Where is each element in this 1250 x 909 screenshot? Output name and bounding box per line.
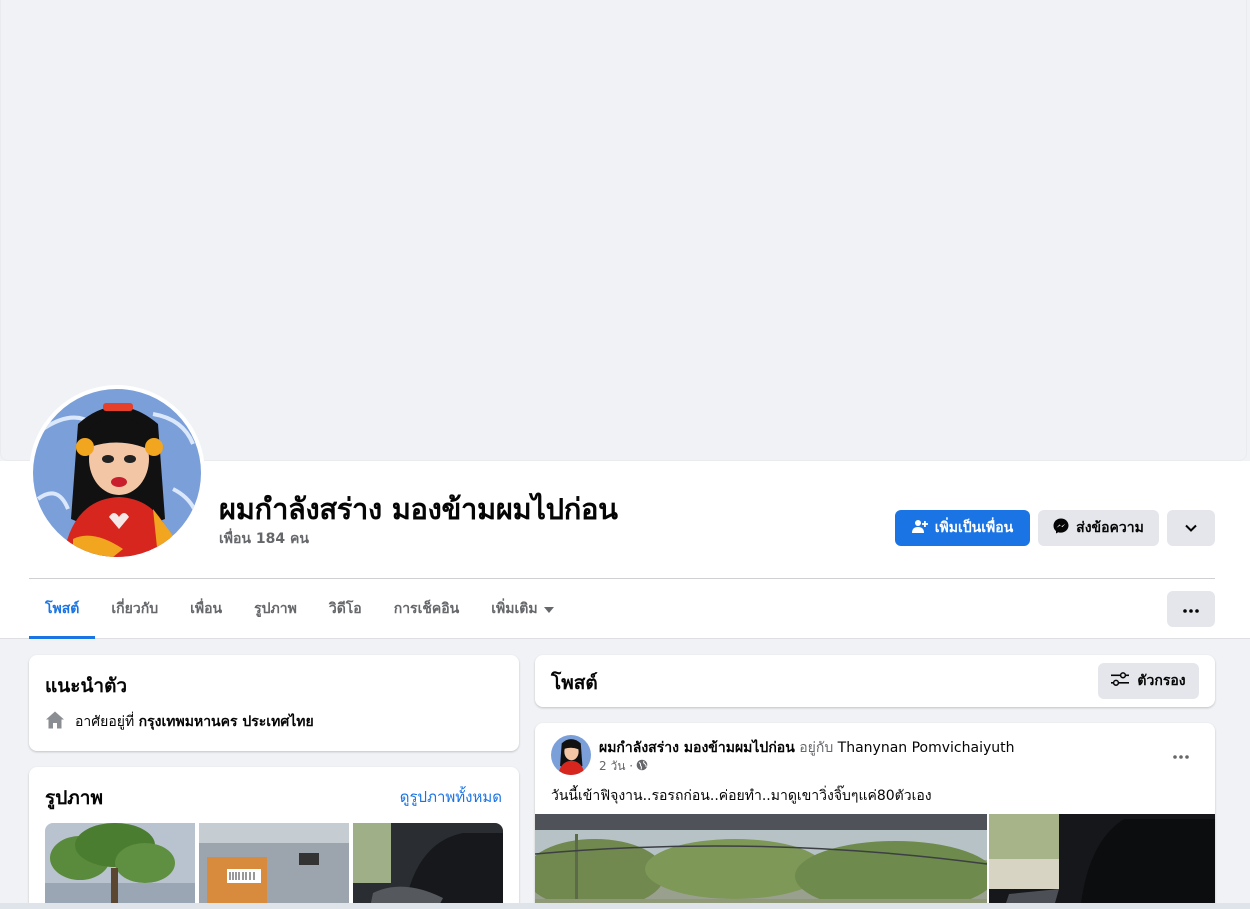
photo-grid — [45, 823, 503, 909]
tab-label: เพื่อน — [190, 601, 223, 617]
filter-label: ตัวกรอง — [1137, 673, 1186, 689]
bottom-edge — [0, 903, 1250, 909]
messenger-icon — [1053, 518, 1069, 538]
tab-label: วิดีโอ — [328, 601, 362, 617]
posts-title: โพสต์ — [551, 672, 598, 694]
post-options-button[interactable] — [1171, 743, 1191, 763]
tab-more[interactable]: เพิ่มเติม — [475, 579, 569, 639]
see-all-photos-link[interactable]: ดูรูปภาพทั้งหมด — [400, 785, 502, 809]
post-tagged-name[interactable]: Thanynan Pomvichaiyuth — [838, 740, 1015, 756]
post-time[interactable]: 2 วัน · — [599, 757, 633, 776]
photos-card: รูปภาพ ดูรูปภาพทั้งหมด — [29, 767, 519, 909]
profile-name: ผมกำลังสร่าง มองข้ามผมไปก่อน — [219, 492, 618, 526]
tab-label: เกี่ยวกับ — [111, 601, 159, 617]
intro-card: แนะนำตัว อาศัยอยู่ที่ กรุงเทพมหานคร ประเ… — [29, 655, 519, 751]
person-plus-icon — [911, 518, 928, 538]
lives-in-place[interactable]: กรุงเทพมหานคร ประเทศไทย — [139, 714, 314, 730]
photo-thumbnail-car[interactable] — [353, 823, 503, 909]
post-author-line: ผมกำลังสร่าง มองข้ามผมไปก่อน อยู่กับ Tha… — [599, 737, 1015, 759]
caret-down-icon — [543, 601, 554, 617]
photos-title: รูปภาพ — [45, 787, 103, 809]
post-photos — [535, 814, 1215, 909]
post-author-avatar[interactable] — [551, 735, 591, 775]
friend-count[interactable]: เพื่อน 184 คน — [219, 528, 309, 550]
tab-checkins[interactable]: การเช็คอิน — [378, 579, 476, 639]
profile-avatar[interactable] — [29, 385, 205, 561]
ellipsis-icon — [1173, 744, 1189, 763]
lives-in-prefix: อาศัยอยู่ที่ — [75, 714, 135, 730]
post-photo-side[interactable] — [989, 814, 1215, 909]
tab-about[interactable]: เกี่ยวกับ — [95, 579, 174, 639]
tab-photos[interactable]: รูปภาพ — [238, 579, 313, 639]
avatar-illustration — [33, 389, 201, 557]
sliders-icon — [1111, 672, 1130, 690]
posts-header-card: โพสต์ ตัวกรอง — [535, 655, 1215, 707]
globe-icon — [636, 759, 648, 774]
intro-title: แนะนำตัว — [45, 675, 128, 697]
profile-tabs: โพสต์ เกี่ยวกับ เพื่อน รูปภาพ วิดีโอ การ… — [29, 579, 570, 639]
post-card: ผมกำลังสร่าง มองข้ามผมไปก่อน อยู่กับ Tha… — [535, 723, 1215, 909]
tab-videos[interactable]: วิดีโอ — [313, 579, 378, 639]
ellipsis-icon — [1183, 601, 1199, 617]
chevron-down-icon — [1185, 520, 1197, 536]
post-text: วันนี้เข้าฟิจุงาน..รอรถก่อน..ค่อยทำ..มาด… — [551, 788, 932, 804]
post-with-text: อยู่กับ — [799, 740, 834, 756]
house-icon — [45, 710, 65, 734]
post-author-name[interactable]: ผมกำลังสร่าง มองข้ามผมไปก่อน — [599, 740, 795, 756]
tab-label: การเช็คอิน — [393, 601, 460, 617]
profile-options-button[interactable] — [1167, 510, 1215, 546]
message-label: ส่งข้อความ — [1076, 520, 1144, 536]
tab-label: เพิ่มเติม — [491, 601, 538, 617]
add-friend-button[interactable]: เพิ่มเป็นเพื่อน — [895, 510, 1030, 546]
photo-thumbnail-tree[interactable] — [45, 823, 195, 909]
photo-thumbnail-box[interactable] — [199, 823, 349, 909]
message-button[interactable]: ส่งข้อความ — [1038, 510, 1159, 546]
tab-posts[interactable]: โพสต์ — [29, 579, 96, 639]
intro-lives-in: อาศัยอยู่ที่ กรุงเทพมหานคร ประเทศไทย — [45, 710, 314, 734]
filter-button[interactable]: ตัวกรอง — [1098, 663, 1199, 699]
tabs-more-button[interactable] — [1167, 591, 1215, 627]
add-friend-label: เพิ่มเป็นเพื่อน — [934, 520, 1014, 536]
post-photo-main[interactable] — [535, 814, 987, 909]
cover-photo-area[interactable] — [0, 0, 1247, 461]
post-meta: 2 วัน · — [599, 757, 648, 776]
tab-label: รูปภาพ — [254, 601, 297, 617]
tab-friends[interactable]: เพื่อน — [174, 579, 238, 639]
tab-label: โพสต์ — [45, 601, 80, 617]
